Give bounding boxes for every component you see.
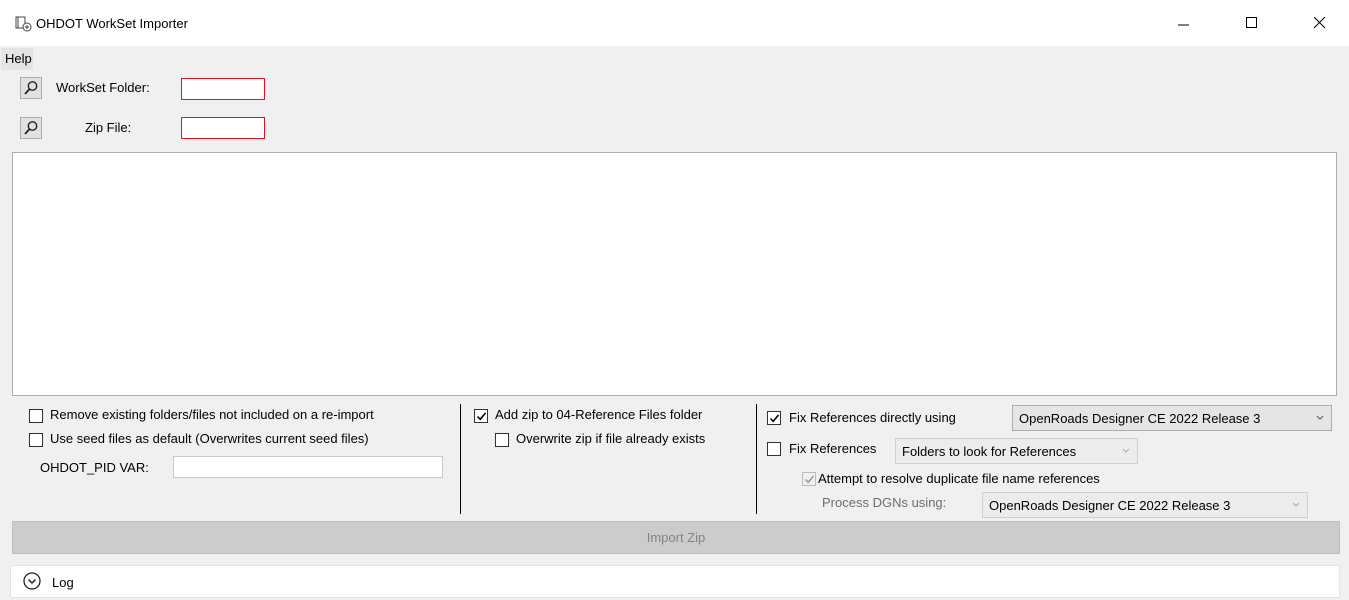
- fix-direct-checkbox[interactable]: [767, 411, 781, 425]
- menu-help[interactable]: Help: [1, 48, 33, 70]
- search-icon: [24, 81, 38, 95]
- chevron-down-icon: [1122, 448, 1130, 453]
- search-icon: [24, 121, 38, 135]
- use-seed-checkbox[interactable]: [29, 433, 43, 447]
- process-dgns-select-value: OpenRoads Designer CE 2022 Release 3: [989, 497, 1231, 513]
- remove-existing-checkbox[interactable]: [29, 409, 43, 423]
- process-dgns-select[interactable]: OpenRoads Designer CE 2022 Release 3: [982, 492, 1308, 518]
- zip-file-field[interactable]: [181, 117, 265, 139]
- workset-folder-label: WorkSet Folder:: [56, 80, 150, 95]
- browse-workset-button[interactable]: [20, 77, 42, 99]
- checkmark-icon: [804, 474, 814, 483]
- pid-input[interactable]: [173, 456, 443, 478]
- maximize-icon: [1246, 17, 1257, 28]
- add-zip-checkbox[interactable]: [474, 409, 488, 423]
- checkmark-icon: [476, 411, 486, 420]
- overwrite-zip-checkbox[interactable]: [495, 433, 509, 447]
- fix-direct-select-value: OpenRoads Designer CE 2022 Release 3: [1019, 410, 1261, 426]
- expand-icon[interactable]: [22, 571, 42, 591]
- minimize-button[interactable]: [1161, 0, 1207, 46]
- fix-direct-select[interactable]: OpenRoads Designer CE 2022 Release 3: [1012, 405, 1332, 431]
- fix-folders-select[interactable]: Folders to look for References: [895, 438, 1138, 464]
- process-dgns-label: Process DGNs using:: [822, 495, 947, 510]
- divider: [756, 404, 757, 514]
- chevron-down-icon: [1316, 415, 1324, 420]
- overwrite-zip-label: Overwrite zip if file already exists: [516, 431, 706, 446]
- fix-folders-label: Fix References: [789, 441, 877, 456]
- fix-direct-label: Fix References directly using: [789, 410, 956, 425]
- window-title: OHDOT WorkSet Importer: [36, 16, 188, 31]
- minimize-icon: [1178, 24, 1189, 26]
- close-icon: [1314, 17, 1326, 29]
- resolve-duplicates-label: Attempt to resolve duplicate file name r…: [818, 471, 1100, 486]
- use-seed-label: Use seed files as default (Overwrites cu…: [50, 431, 369, 446]
- zip-file-label: Zip File:: [85, 120, 132, 135]
- workset-folder-field[interactable]: [181, 78, 265, 100]
- divider: [460, 404, 461, 514]
- checkmark-icon: [769, 413, 779, 422]
- add-zip-label: Add zip to 04-Reference Files folder: [495, 407, 703, 422]
- pid-label: OHDOT_PID VAR:: [40, 460, 149, 475]
- chevron-down-icon: [1292, 502, 1300, 507]
- remove-existing-label: Remove existing folders/files not includ…: [50, 407, 374, 422]
- log-label: Log: [52, 575, 74, 590]
- title-bar: [0, 0, 1349, 46]
- close-button[interactable]: [1297, 0, 1343, 46]
- maximize-button[interactable]: [1229, 0, 1275, 46]
- fix-folders-checkbox[interactable]: [767, 442, 781, 456]
- browse-zip-button[interactable]: [20, 117, 42, 139]
- app-icon: [15, 16, 33, 32]
- import-zip-button[interactable]: Import Zip: [12, 521, 1340, 554]
- fix-folders-select-value: Folders to look for References: [902, 443, 1077, 459]
- output-textarea[interactable]: [12, 152, 1337, 396]
- log-panel[interactable]: [10, 565, 1340, 598]
- resolve-duplicates-checkbox[interactable]: [802, 472, 816, 486]
